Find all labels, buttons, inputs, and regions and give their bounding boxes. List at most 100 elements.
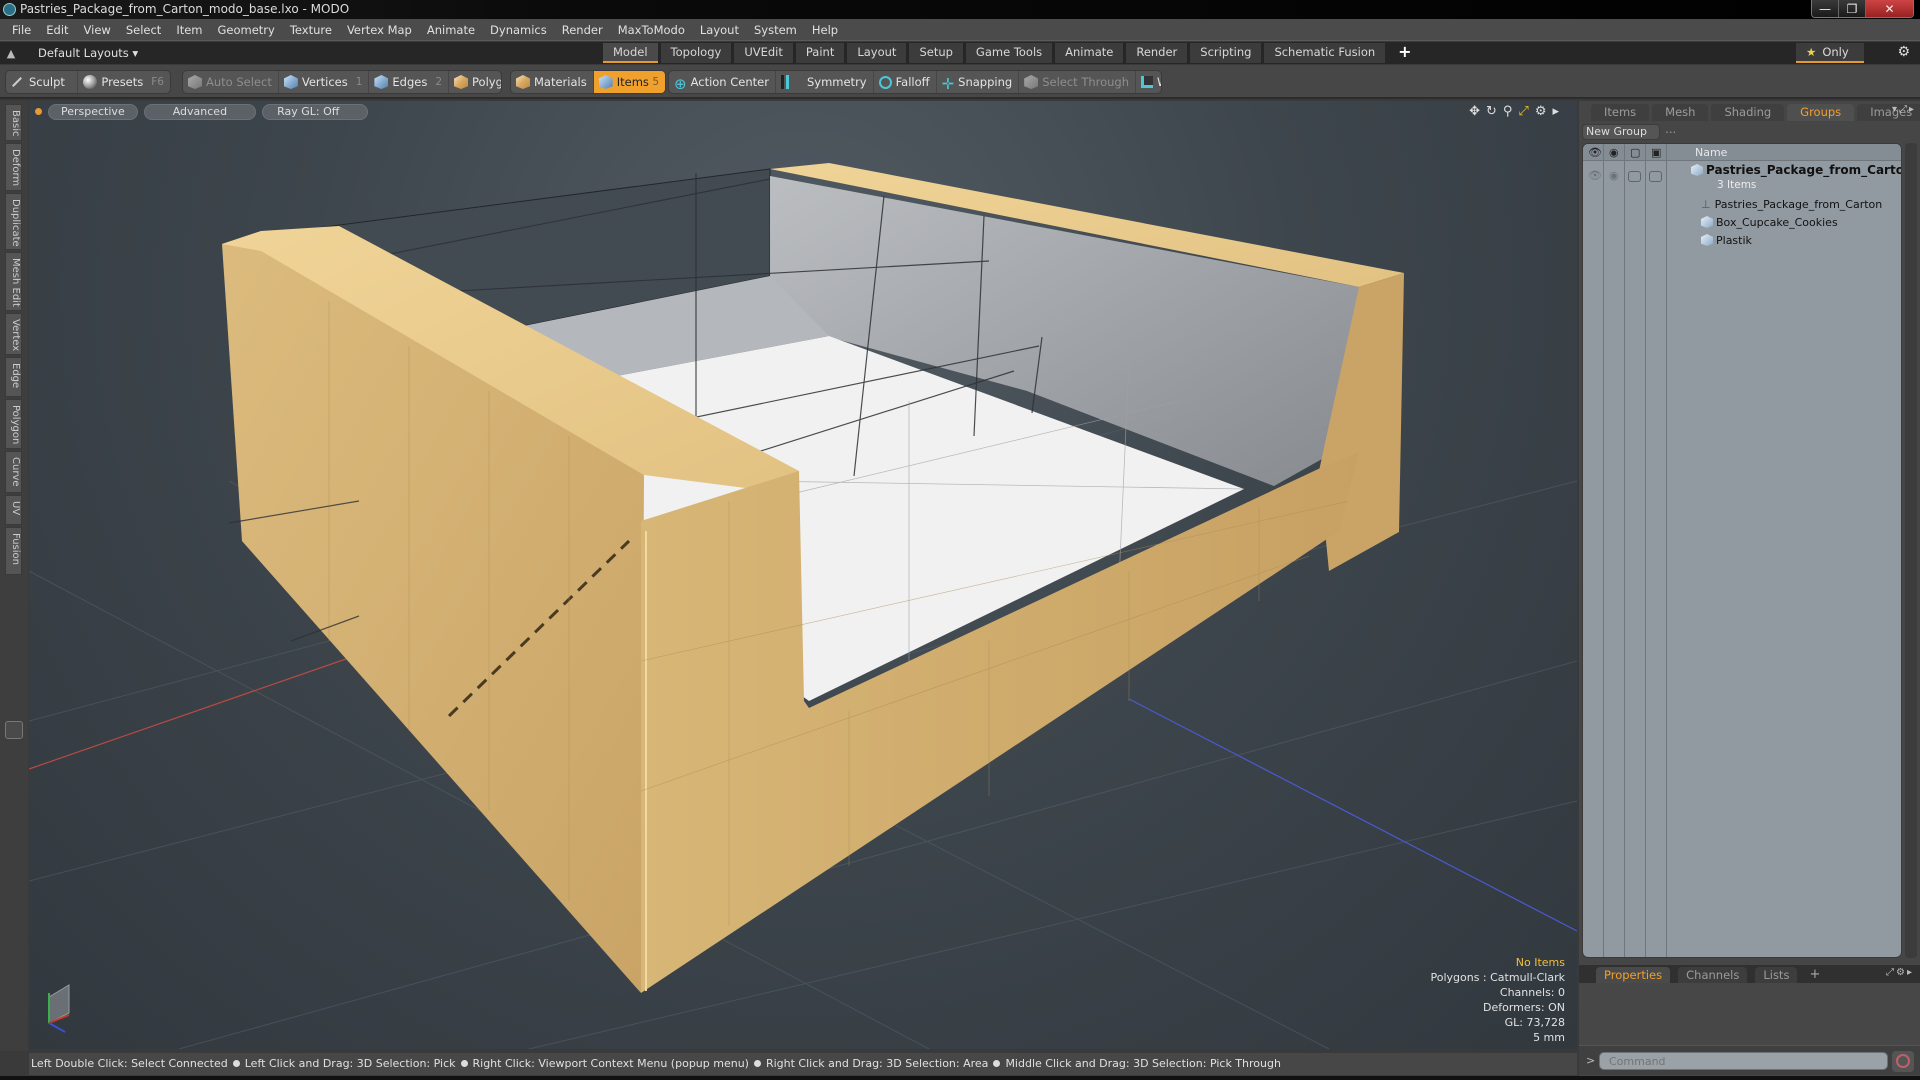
symmetry-button[interactable]: Symmetry (776, 71, 874, 93)
tab-lists[interactable]: Lists (1755, 967, 1798, 983)
tab-schematic-fusion[interactable]: Schematic Fusion (1264, 43, 1386, 63)
menu-vertex-map[interactable]: Vertex Map (341, 23, 421, 37)
view-mode-button[interactable]: Perspective (48, 103, 138, 120)
vtab-vertex[interactable]: Vertex (5, 313, 22, 355)
lock-toggle[interactable] (1628, 171, 1641, 182)
vtab-duplicate[interactable]: Duplicate (5, 193, 22, 250)
panel-controls-icon[interactable]: ▾⤢▸ (1892, 104, 1916, 115)
menu-dynamics[interactable]: Dynamics (484, 23, 556, 37)
tab-game-tools[interactable]: Game Tools (965, 43, 1053, 63)
scene-render[interactable] (29, 101, 1577, 1049)
shading-mode-button[interactable]: Advanced (143, 103, 257, 120)
lock-column-icon[interactable]: ▢ (1630, 146, 1640, 159)
tab-shading[interactable]: Shading (1711, 104, 1785, 121)
sculpt-button[interactable]: Sculpt (6, 71, 79, 93)
tab-uvedit[interactable]: UVEdit (734, 43, 793, 63)
tab-paint[interactable]: Paint (795, 43, 845, 63)
materials-button[interactable]: Materials (511, 71, 594, 93)
menu-edit[interactable]: Edit (40, 23, 77, 37)
restore-button[interactable]: ❐ (1839, 0, 1866, 17)
list-item[interactable]: Box_Cupcake_Cookies (1701, 216, 1838, 229)
vtab-basic[interactable]: Basic (5, 104, 22, 141)
maximize-icon[interactable]: ⤢ (1518, 104, 1528, 119)
vtab-mesh-edit[interactable]: Mesh Edit (5, 252, 22, 311)
falloff-button[interactable]: Falloff (874, 71, 937, 93)
3d-viewport[interactable]: Perspective Advanced Ray GL: Off ✥ ↻ ⚲ ⤢… (29, 101, 1577, 1049)
tab-layout[interactable]: Layout (847, 43, 907, 63)
gear-icon[interactable]: ⚙ (1897, 44, 1910, 60)
menu-maxtomodo[interactable]: MaxToModo (612, 23, 694, 37)
panel-controls-icon[interactable]: ⤢⚙▸ (1886, 967, 1914, 978)
rotate-icon[interactable]: ↻ (1486, 104, 1497, 119)
menu-layout[interactable]: Layout (694, 23, 748, 37)
select-toggle[interactable] (1649, 171, 1662, 182)
command-input[interactable] (1599, 1052, 1888, 1070)
tab-properties[interactable]: Properties (1596, 967, 1671, 983)
workplane-button[interactable]: WorkPlane (1136, 71, 1161, 93)
action-center-button[interactable]: ⊕ Action Center (669, 71, 776, 93)
menu-view[interactable]: View (78, 23, 120, 37)
list-item[interactable]: Plastik (1701, 234, 1752, 247)
groups-scrollbar[interactable] (1905, 143, 1917, 958)
settings-icon[interactable]: ⚙ (1535, 104, 1547, 119)
vtab-uv[interactable]: UV (5, 495, 22, 525)
render-column-icon[interactable]: ◉ (1609, 146, 1619, 159)
record-macro-button[interactable] (1892, 1051, 1914, 1072)
zoom-icon[interactable]: ⚲ (1503, 104, 1513, 119)
tab-groups[interactable]: Groups (1787, 104, 1855, 121)
visibility-column-icon[interactable]: 👁 (1588, 146, 1602, 159)
menu-texture[interactable]: Texture (284, 23, 341, 37)
tab-mesh[interactable]: Mesh ... (1652, 104, 1709, 136)
tab-model[interactable]: Model (603, 43, 658, 63)
vtab-curve[interactable]: Curve (5, 451, 22, 493)
default-layouts-dropdown[interactable]: Default Layouts ▾ (22, 46, 138, 60)
viewport-menu-dot[interactable] (35, 108, 42, 115)
auto-select-button[interactable]: Auto Select (183, 71, 279, 93)
list-item[interactable]: ⊥ Pastries_Package_from_Carton (1701, 198, 1882, 211)
menu-help[interactable]: Help (806, 23, 847, 37)
name-column-header[interactable]: Name (1695, 146, 1727, 159)
tab-animate[interactable]: Animate (1055, 43, 1124, 63)
visibility-toggle-icon[interactable]: 👁 (1588, 169, 1602, 182)
menu-render[interactable]: Render (556, 23, 612, 37)
more-icon[interactable]: ▸ (1552, 104, 1559, 119)
vtab-deform[interactable]: Deform (5, 143, 22, 191)
tab-items[interactable]: Items (1591, 104, 1650, 121)
status-hint: Right Click: Viewport Context Menu (popu… (472, 1057, 749, 1070)
close-button[interactable]: ✕ (1866, 0, 1913, 17)
menu-select[interactable]: Select (120, 23, 170, 37)
presets-button[interactable]: Presets F6 (78, 71, 170, 93)
palette-toggle-button[interactable] (5, 721, 23, 739)
raygl-button[interactable]: Ray GL: Off (262, 103, 369, 120)
collapse-arrow-icon[interactable]: ▲ (0, 47, 22, 60)
tab-render[interactable]: Render (1126, 43, 1188, 63)
tab-scripting[interactable]: Scripting (1190, 43, 1262, 63)
menu-system[interactable]: System (748, 23, 806, 37)
polygons-button[interactable]: Polygons (449, 71, 501, 93)
tab-setup[interactable]: Setup (909, 43, 963, 63)
menu-geometry[interactable]: Geometry (212, 23, 284, 37)
menu-file[interactable]: File (6, 23, 40, 37)
group-row[interactable]: Pastries_Package_from_Carton... (1691, 163, 1901, 177)
select-through-button[interactable]: Select Through (1019, 71, 1137, 93)
menu-animate[interactable]: Animate (421, 23, 484, 37)
tab-channels[interactable]: Channels (1678, 967, 1748, 983)
add-panel-tab-button[interactable]: + (1809, 967, 1820, 983)
vtab-edge[interactable]: Edge (5, 357, 22, 397)
vtab-polygon[interactable]: Polygon (5, 399, 22, 449)
vertices-button[interactable]: Vertices 1 (279, 71, 370, 93)
items-button[interactable]: Items 5 (593, 71, 665, 93)
select-column-icon[interactable]: ▣ (1651, 146, 1661, 159)
edges-button[interactable]: Edges 2 (369, 71, 450, 93)
only-button[interactable]: ★ Only (1796, 43, 1864, 63)
snapping-button[interactable]: ✛ Snapping (937, 71, 1020, 93)
menu-item[interactable]: Item (170, 23, 211, 37)
status-bar: Left Double Click: Select Connected Left … (29, 1053, 1577, 1075)
render-toggle-icon[interactable]: ◉ (1609, 169, 1619, 182)
move-icon[interactable]: ✥ (1469, 104, 1480, 119)
vtab-fusion[interactable]: Fusion (5, 527, 22, 575)
minimize-button[interactable]: — (1812, 0, 1839, 17)
new-group-button[interactable]: New Group (1582, 124, 1660, 140)
tab-topology[interactable]: Topology (660, 43, 732, 63)
add-tab-button[interactable]: + (1388, 43, 1421, 63)
